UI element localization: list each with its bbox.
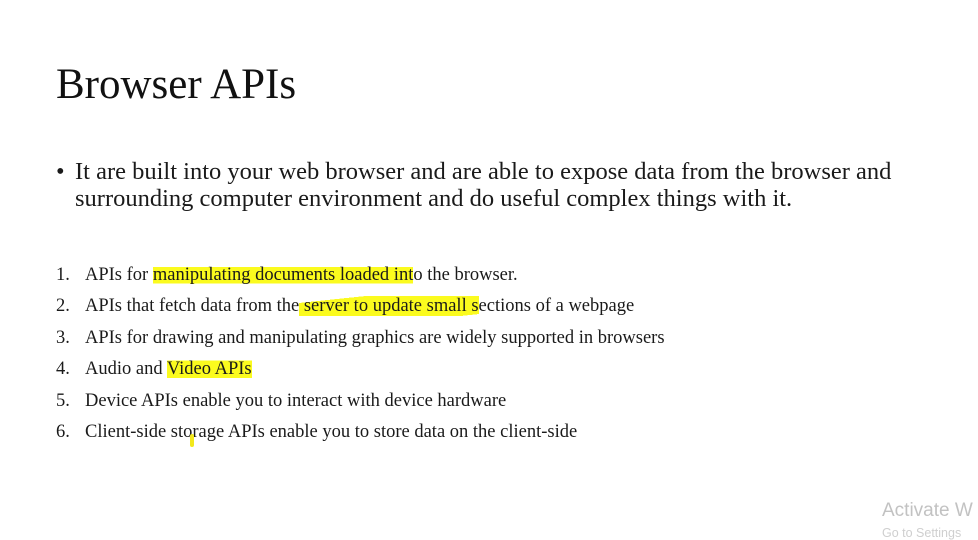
slide-title: Browser APIs xyxy=(56,61,297,108)
highlighted-text: server to update small s xyxy=(299,296,479,316)
text-segment: o the browser. xyxy=(413,265,518,285)
list-item-text: APIs for drawing and manipulating graphi… xyxy=(85,328,665,348)
list-item-number: 2. xyxy=(56,296,70,316)
highlighted-text: Video APIs xyxy=(166,359,252,379)
list-item-number: 6. xyxy=(56,422,70,442)
text-segment: APIs for xyxy=(85,265,153,285)
list-item-text: APIs that fetch data from the server to … xyxy=(85,295,634,317)
list-item-text: APIs for manipulating documents loaded i… xyxy=(85,264,518,286)
list-item-number: 5. xyxy=(56,391,70,411)
activation-watermark: Activate W xyxy=(882,500,973,521)
list-item-number: 3. xyxy=(56,328,70,348)
slide: Browser APIs • It are built into your we… xyxy=(0,0,978,540)
text-segment: APIs that fetch data from the xyxy=(85,296,300,316)
list-item-number: 1. xyxy=(56,265,70,285)
list-item-text: Client-side storage APIs enable you to s… xyxy=(85,422,578,442)
highlighted-text: manipulating documents loaded int xyxy=(152,265,414,285)
list-item-number: 4. xyxy=(56,359,70,379)
list-item-text: Audio and Video APIs xyxy=(85,358,252,380)
highlighter-stroke xyxy=(190,434,194,447)
list-item-text: Device APIs enable you to interact with … xyxy=(85,391,507,411)
bullet-text: It are built into your web browser and a… xyxy=(75,158,892,212)
bullet-marker: • xyxy=(56,158,65,185)
text-segment: Audio and xyxy=(85,359,167,379)
text-segment: ections of a webpage xyxy=(478,296,635,316)
activation-watermark-sub: Go to Settings xyxy=(882,526,962,540)
